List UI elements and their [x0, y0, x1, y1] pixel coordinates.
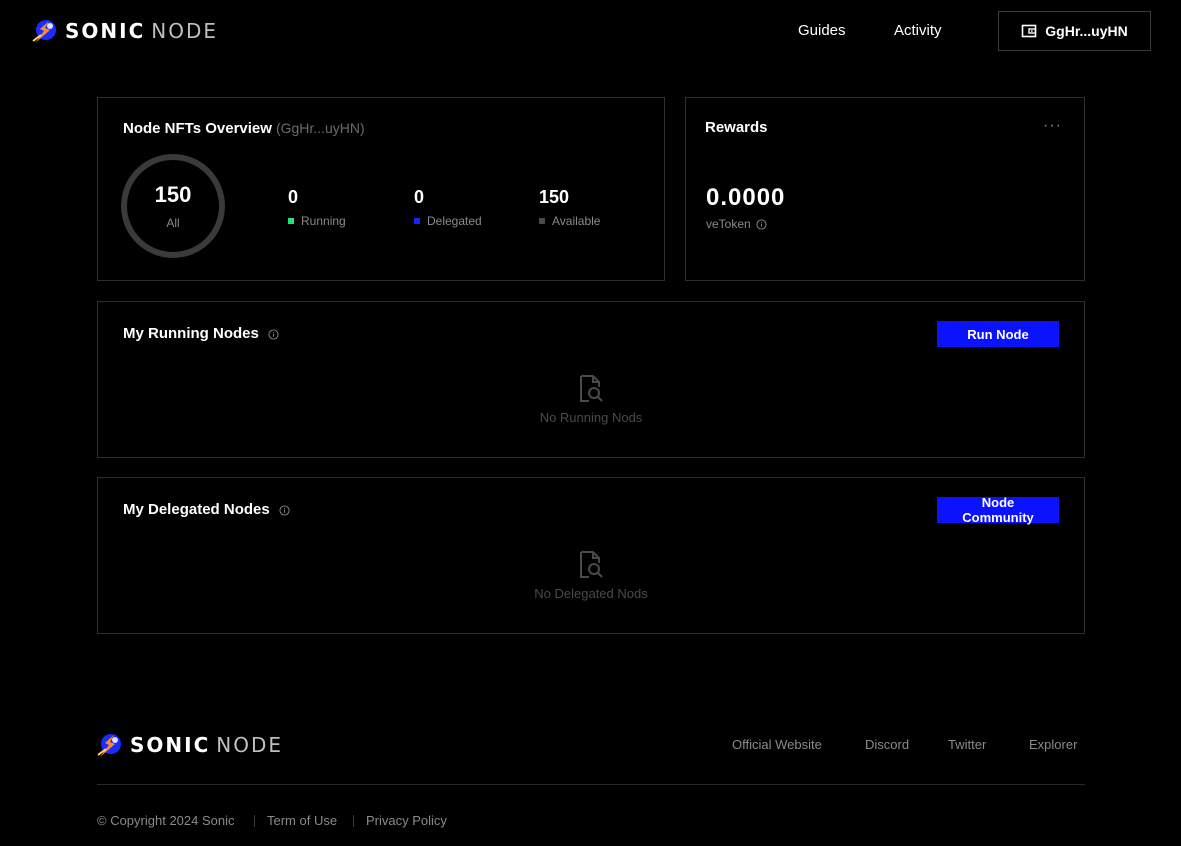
copyright-text: © Copyright 2024 Sonic	[97, 813, 235, 828]
delegated-dot-icon	[414, 218, 420, 224]
brand-logo[interactable]: SONIC NODE	[31, 17, 218, 45]
overview-card: Node NFTs Overview (GgHr...uyHN) 150 All …	[97, 97, 665, 281]
more-options-icon[interactable]: ···	[1043, 118, 1062, 134]
delegated-nodes-card: My Delegated Nodes Node Community No Del…	[97, 477, 1085, 634]
stat-running-value: 0	[288, 187, 299, 207]
total-value: 150	[154, 182, 192, 207]
footer-brand-wordmark: SONIC NODE	[130, 731, 283, 759]
stat-running: 0 Running	[288, 186, 346, 228]
info-icon[interactable]	[756, 218, 767, 230]
terms-of-use-link[interactable]: Term of Use	[267, 813, 337, 829]
rewards-title: Rewards	[705, 119, 768, 136]
rewards-card: Rewards ··· 0.0000 veToken	[685, 97, 1085, 281]
stat-available-label: Available	[552, 214, 601, 228]
stat-delegated: 0 Delegated	[414, 186, 482, 228]
stat-available: 150 Available	[539, 186, 600, 228]
wallet-button[interactable]: GgHr...uyHN	[998, 11, 1151, 51]
running-nodes-empty-text: No Running Nods	[539, 410, 643, 425]
running-nodes-empty-state: No Running Nods	[98, 374, 1084, 425]
file-search-icon	[580, 551, 603, 578]
run-node-button[interactable]: Run Node	[937, 321, 1059, 347]
rewards-unit-row: veToken	[706, 217, 767, 231]
footer-separator	[254, 815, 255, 827]
wallet-icon	[1021, 24, 1037, 38]
footer-link-explorer[interactable]: Explorer	[1029, 737, 1077, 753]
overview-title: Node NFTs Overview (GgHr...uyHN)	[123, 118, 365, 139]
overview-address: (GgHr...uyHN)	[275, 120, 365, 136]
delegated-nodes-title-row: My Delegated Nodes	[123, 500, 290, 520]
nav-activity[interactable]: Activity	[894, 21, 942, 41]
rewards-unit: veToken	[706, 217, 751, 231]
sonic-logo-icon	[97, 734, 121, 757]
brand-word-1: SONIC	[65, 19, 146, 43]
delegated-nodes-title: My Delegated Nodes	[123, 501, 270, 518]
stat-delegated-label: Delegated	[427, 214, 482, 228]
brand-wordmark: SONIC NODE	[65, 17, 218, 45]
running-dot-icon	[288, 218, 294, 224]
page: SONIC NODE Guides Activity GgHr...uyHN No…	[0, 0, 1181, 846]
stat-delegated-label-row: Delegated	[414, 214, 482, 228]
available-dot-icon	[539, 218, 545, 224]
footer-link-official-website[interactable]: Official Website	[732, 737, 822, 753]
node-community-button[interactable]: Node Community	[937, 495, 1059, 525]
sonic-logo-icon	[32, 20, 56, 43]
footer-divider	[97, 784, 1085, 785]
stat-available-label-row: Available	[539, 214, 600, 228]
rewards-value: 0.0000	[706, 184, 786, 211]
delegated-nodes-empty-state: No Delegated Nods	[98, 550, 1084, 601]
overview-title-text: Node NFTs Overview	[123, 120, 272, 137]
running-nodes-title-row: My Running Nodes	[123, 324, 279, 344]
running-nodes-title: My Running Nodes	[123, 325, 259, 342]
info-icon[interactable]	[268, 328, 279, 340]
stat-available-value: 150	[539, 187, 570, 207]
footer-brand-word-2: NODE	[216, 733, 284, 757]
stat-running-label: Running	[301, 214, 346, 228]
stat-running-label-row: Running	[288, 214, 346, 228]
footer-brand-logo[interactable]: SONIC NODE	[96, 731, 283, 759]
footer-brand-word-1: SONIC	[130, 733, 211, 757]
brand-word-2: NODE	[151, 19, 219, 43]
footer-link-discord[interactable]: Discord	[865, 737, 909, 753]
delegated-nodes-empty-text: No Delegated Nods	[534, 586, 648, 601]
running-nodes-card: My Running Nodes Run Node No Running Nod…	[97, 301, 1085, 458]
footer-link-twitter[interactable]: Twitter	[948, 737, 986, 753]
total-label: All	[166, 216, 180, 230]
nav-guides[interactable]: Guides	[798, 21, 846, 41]
footer-separator	[353, 815, 354, 827]
stat-delegated-value: 0	[414, 187, 425, 207]
wallet-address: GgHr...uyHN	[1045, 23, 1128, 39]
header: SONIC NODE Guides Activity GgHr...uyHN	[0, 0, 1181, 62]
info-icon[interactable]	[279, 504, 290, 516]
file-search-icon	[580, 375, 603, 402]
privacy-policy-link[interactable]: Privacy Policy	[366, 813, 447, 829]
